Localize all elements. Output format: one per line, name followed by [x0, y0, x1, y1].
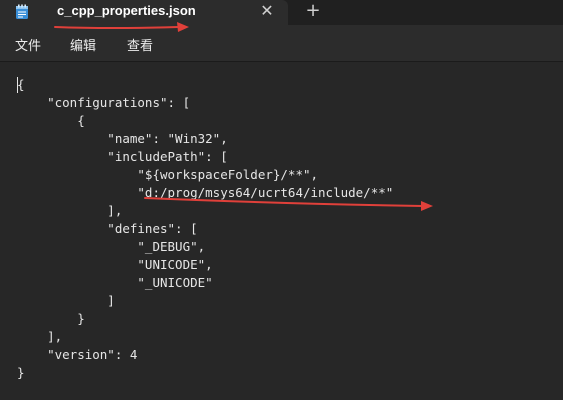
code-line: "version": 4 — [17, 347, 138, 362]
code-line: "name": "Win32", — [17, 131, 228, 146]
notepad-window: c_cpp_properties.json ✕ + 文件 编辑 查看 { "co… — [0, 0, 563, 400]
code-line: "${workspaceFolder}/**", — [17, 167, 319, 182]
code-line: "configurations": [ — [17, 95, 191, 110]
notepad-file-icon — [16, 4, 28, 19]
menu-edit[interactable]: 编辑 — [70, 35, 96, 54]
code-line: "_UNICODE" — [17, 275, 213, 290]
tab-c-cpp-properties[interactable]: c_cpp_properties.json ✕ — [0, 0, 288, 25]
code-line: } — [17, 365, 25, 380]
code-line: } — [17, 311, 85, 326]
code-line: "d:/prog/msys64/ucrt64/include/**" — [17, 185, 394, 200]
menu-file[interactable]: 文件 — [15, 35, 41, 54]
code-line: ] — [17, 293, 115, 308]
text-editor[interactable]: { "configurations": [ { "name": "Win32",… — [0, 62, 563, 400]
menu-bar: 文件 编辑 查看 — [0, 25, 563, 62]
menu-view[interactable]: 查看 — [127, 35, 153, 54]
tab-title: c_cpp_properties.json — [57, 3, 196, 18]
code-line: "includePath": [ — [17, 149, 228, 164]
title-bar: c_cpp_properties.json ✕ + — [0, 0, 563, 25]
code-line: "_DEBUG", — [17, 239, 206, 254]
code-line: "UNICODE", — [17, 257, 213, 272]
code-line: ], — [17, 329, 63, 344]
tab-close-icon[interactable]: ✕ — [258, 2, 276, 20]
code-line: { — [17, 77, 25, 92]
code-line: ], — [17, 203, 123, 218]
code-line: "defines": [ — [17, 221, 198, 236]
new-tab-button[interactable]: + — [304, 1, 322, 21]
code-line: { — [17, 113, 85, 128]
